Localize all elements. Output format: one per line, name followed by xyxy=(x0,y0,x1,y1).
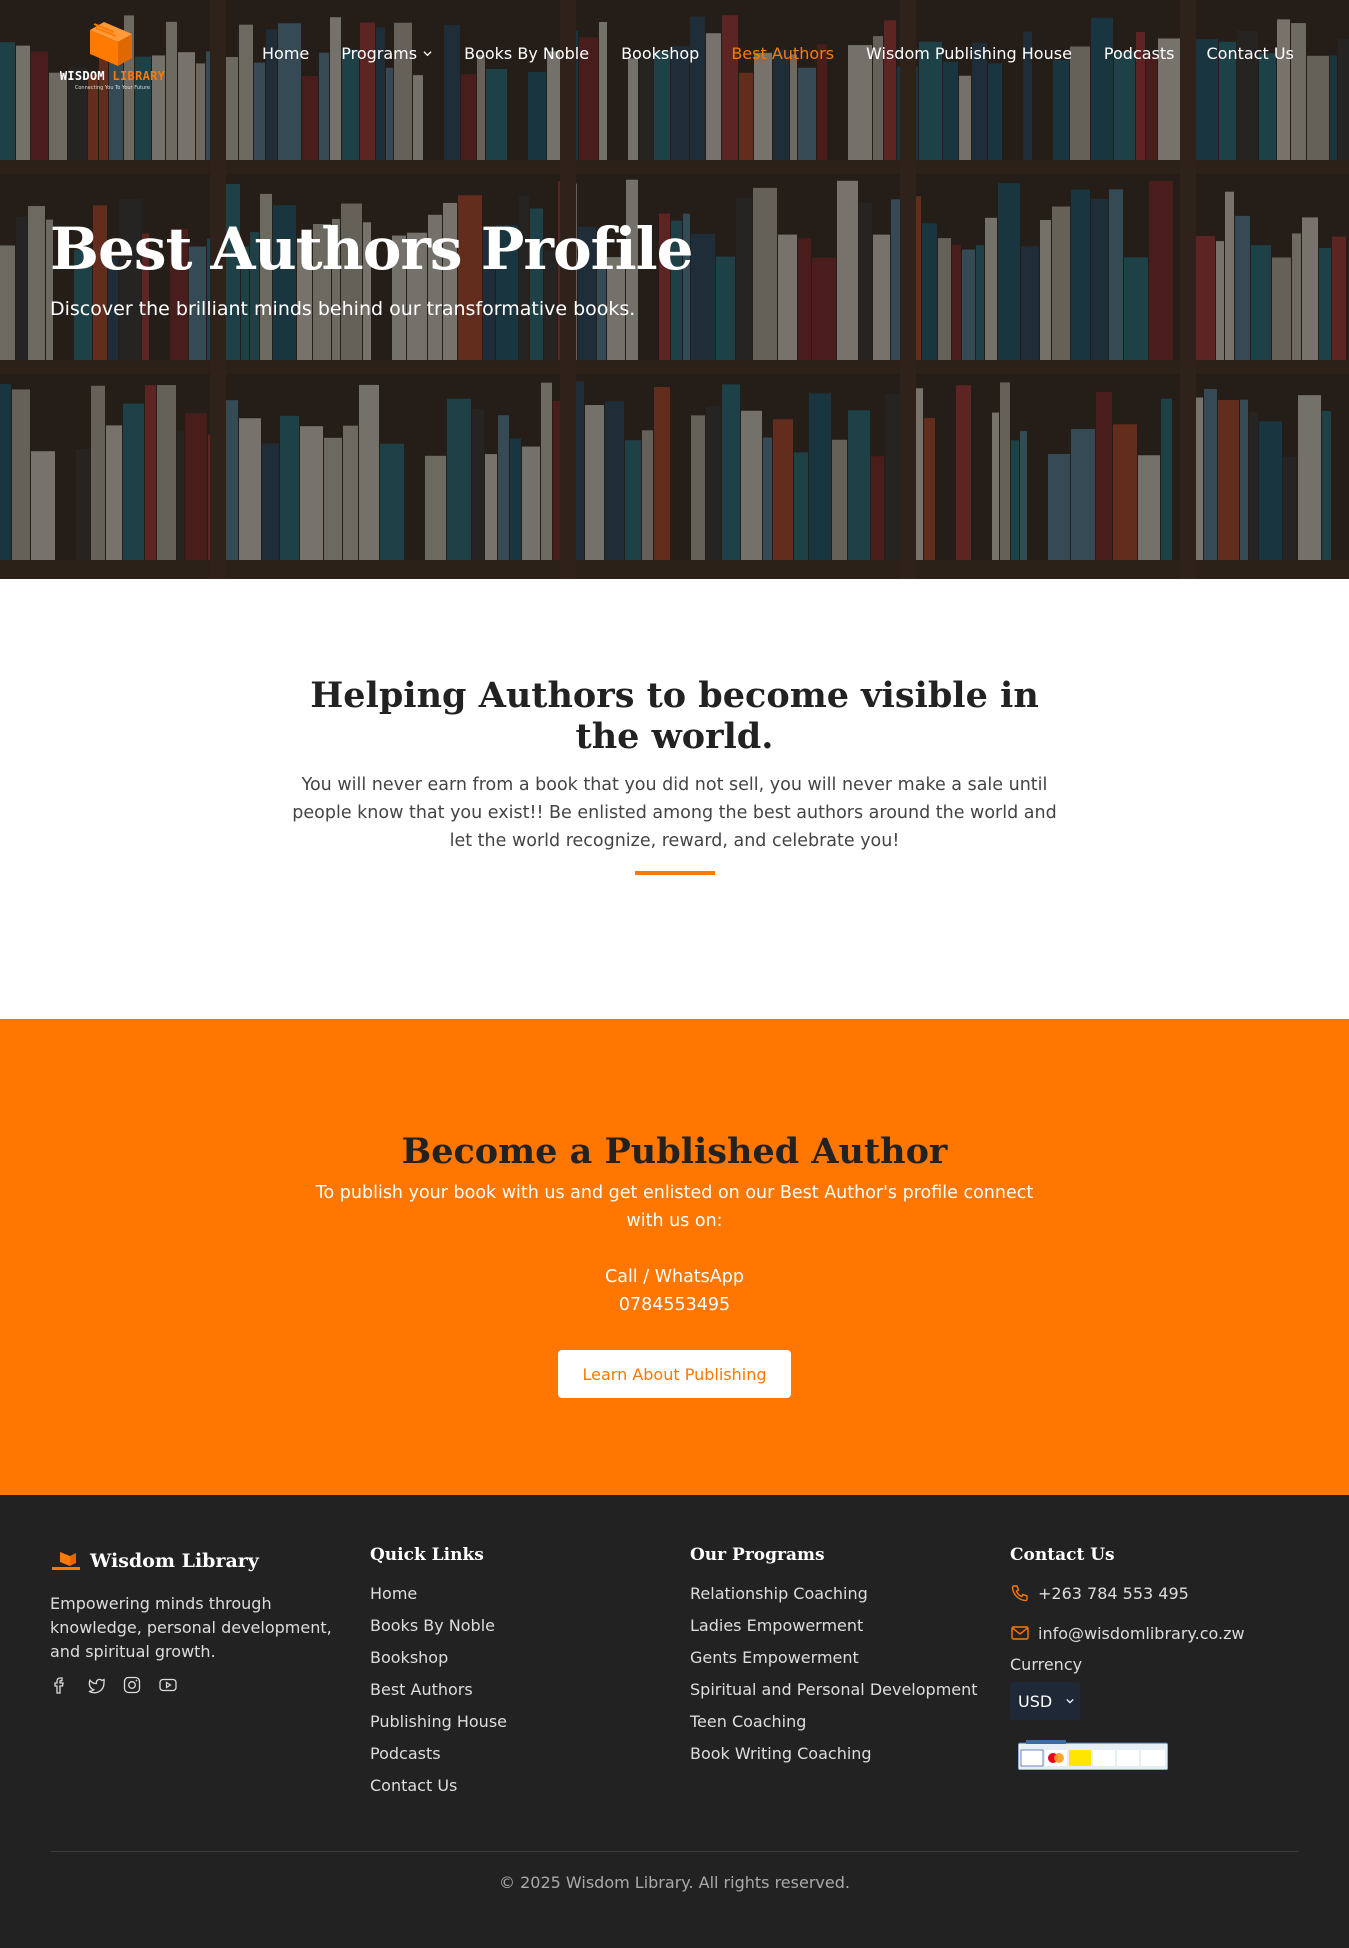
youtube-icon[interactable] xyxy=(158,1675,178,1695)
cta-contact-info: Call / WhatsApp 0784553495 xyxy=(0,1263,1349,1319)
footer-link-bookshop[interactable]: Bookshop xyxy=(370,1647,507,1679)
footer-brand-name: Wisdom Library xyxy=(90,1550,259,1572)
footer-brand[interactable]: Wisdom Library xyxy=(50,1550,259,1572)
instagram-icon[interactable] xyxy=(122,1675,142,1695)
program-link-book-writing-coaching[interactable]: Book Writing Coaching xyxy=(690,1743,978,1775)
learn-about-publishing-button[interactable]: Learn About Publishing xyxy=(558,1350,791,1398)
site-footer: Wisdom Library Empowering minds through … xyxy=(0,1495,1349,1948)
footer-link-home[interactable]: Home xyxy=(370,1583,507,1615)
currency-label: Currency xyxy=(1010,1655,1083,1674)
page-subtitle: Discover the brilliant minds behind our … xyxy=(50,298,636,320)
contact-heading: Contact Us xyxy=(1010,1545,1115,1565)
cta-heading: Become a Published Author xyxy=(401,1131,948,1172)
logo-wordmark: WISDOM LIBRARY xyxy=(59,69,166,83)
program-link-spiritual-personal-development[interactable]: Spiritual and Personal Development xyxy=(690,1679,978,1711)
cta-description: To publish your book with us and get enl… xyxy=(315,1183,1034,1231)
call-whatsapp-label: Call / WhatsApp xyxy=(605,1267,744,1287)
footer-link-publishing-house[interactable]: Publishing House xyxy=(370,1711,507,1743)
copyright-text: © 2025 Wisdom Library. All rights reserv… xyxy=(499,1873,850,1892)
phone-icon xyxy=(1011,1585,1028,1602)
cta-phone-number[interactable]: 0784553495 xyxy=(0,1291,1349,1319)
footer-link-contact-us[interactable]: Contact Us xyxy=(370,1775,507,1807)
contact-column: Contact Us +263 784 553 495 info@wisdoml… xyxy=(1010,1545,1310,1774)
intro-section: Helping Authors to become visible in the… xyxy=(0,579,1349,1019)
payment-methods-logo xyxy=(1017,1740,1169,1771)
heading-underline-divider xyxy=(635,871,715,875)
program-link-ladies-empowerment[interactable]: Ladies Empowerment xyxy=(690,1615,978,1647)
twitter-icon[interactable] xyxy=(86,1675,106,1695)
nav-programs-dropdown[interactable]: Programs xyxy=(341,44,432,63)
nav-podcasts[interactable]: Podcasts xyxy=(1104,44,1175,63)
program-link-gents-empowerment[interactable]: Gents Empowerment xyxy=(690,1647,978,1679)
logo-book-icon xyxy=(90,22,132,66)
programs-column: Our Programs Relationship Coaching Ladie… xyxy=(690,1545,978,1775)
quick-links-heading: Quick Links xyxy=(370,1545,484,1565)
currency-select[interactable]: USD xyxy=(1010,1682,1080,1720)
footer-brand-description: Empowering minds through knowledge, pers… xyxy=(50,1594,332,1661)
nav-bookshop[interactable]: Bookshop xyxy=(621,44,699,63)
program-link-relationship-coaching[interactable]: Relationship Coaching xyxy=(690,1583,978,1615)
wisdom-library-logo[interactable]: WISDOM LIBRARY Connecting You To Your Fu… xyxy=(50,16,170,96)
chevron-down-icon xyxy=(423,51,432,57)
footer-link-podcasts[interactable]: Podcasts xyxy=(370,1743,507,1775)
footer-link-best-authors[interactable]: Best Authors xyxy=(370,1679,507,1711)
nav-best-authors[interactable]: Best Authors xyxy=(731,44,834,63)
footer-link-books-by-noble[interactable]: Books By Noble xyxy=(370,1615,507,1647)
program-link-teen-coaching[interactable]: Teen Coaching xyxy=(690,1711,978,1743)
hero-section: WISDOM LIBRARY Connecting You To Your Fu… xyxy=(0,0,1349,579)
publish-cta-section: Become a Published Author To publish you… xyxy=(0,1019,1349,1495)
facebook-icon[interactable] xyxy=(50,1675,70,1695)
mail-icon xyxy=(1011,1626,1029,1640)
main-menu: Home Programs Books By Noble Bookshop Be… xyxy=(262,44,1294,63)
chevron-down-icon xyxy=(1066,1698,1074,1704)
programs-heading: Our Programs xyxy=(690,1545,825,1565)
intro-heading: Helping Authors to become visible in the… xyxy=(310,675,1039,757)
top-navigation: WISDOM LIBRARY Connecting You To Your Fu… xyxy=(0,0,1349,110)
page-title: Best Authors Profile xyxy=(50,215,694,283)
footer-phone[interactable]: +263 784 553 495 xyxy=(1010,1573,1310,1613)
nav-home[interactable]: Home xyxy=(262,44,309,63)
intro-body: You will never earn from a book that you… xyxy=(292,775,1057,851)
nav-wisdom-publishing-house[interactable]: Wisdom Publishing House xyxy=(866,44,1072,63)
nav-contact-us[interactable]: Contact Us xyxy=(1207,44,1294,63)
logo-tagline: Connecting You To Your Future xyxy=(74,85,151,91)
quick-links-column: Quick Links Home Books By Noble Bookshop… xyxy=(370,1545,507,1807)
footer-email[interactable]: info@wisdomlibrary.co.zw xyxy=(1010,1613,1310,1653)
nav-books-by-noble[interactable]: Books By Noble xyxy=(464,44,589,63)
social-links xyxy=(50,1675,178,1695)
footer-logo-icon xyxy=(52,1552,80,1570)
footer-divider xyxy=(50,1851,1299,1852)
